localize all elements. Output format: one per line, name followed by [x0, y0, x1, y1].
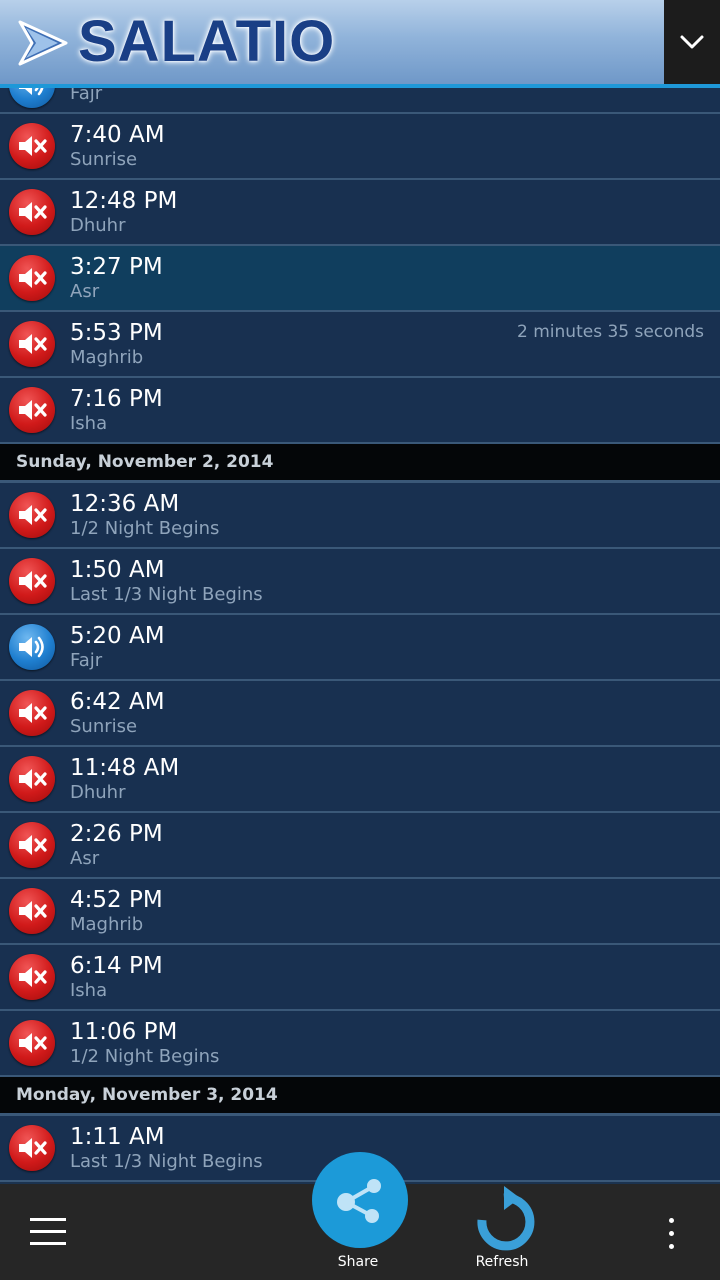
speaker-muted-button[interactable]: [9, 954, 55, 1000]
prayer-name: Last 1/3 Night Begins: [70, 584, 263, 605]
date-header: Monday, November 3, 2014: [0, 1077, 720, 1116]
share-button[interactable]: [312, 1152, 408, 1248]
prayer-name: Last 1/3 Night Begins: [70, 1151, 263, 1172]
speaker-muted-button[interactable]: [9, 558, 55, 604]
speaker-muted-icon: [19, 400, 47, 420]
overflow-menu-icon[interactable]: [666, 1218, 676, 1250]
prayer-time: 2:26 PM: [70, 821, 163, 847]
speaker-muted-icon: [19, 1033, 47, 1053]
prayer-time: 3:27 PM: [70, 254, 163, 280]
speaker-muted-button[interactable]: [9, 690, 55, 736]
list-item[interactable]: 4:52 PM Maghrib: [0, 879, 720, 945]
list-item[interactable]: 1:50 AM Last 1/3 Night Begins: [0, 549, 720, 615]
speaker-muted-icon: [19, 901, 47, 921]
prayer-name: Fajr: [70, 650, 103, 671]
prayer-time: 6:14 PM: [70, 953, 163, 979]
hamburger-menu-icon[interactable]: [30, 1218, 66, 1248]
speaker-muted-icon: [19, 769, 47, 789]
prayer-name: Asr: [70, 848, 100, 869]
speaker-muted-icon: [19, 571, 47, 591]
speaker-muted-button[interactable]: [9, 321, 55, 367]
list-item[interactable]: 11:06 PM 1/2 Night Begins: [0, 1011, 720, 1077]
speaker-muted-button[interactable]: [9, 387, 55, 433]
speaker-on-icon: [19, 636, 44, 658]
prayer-time: 4:52 PM: [70, 887, 163, 913]
countdown-text: 2 minutes 35 seconds: [517, 322, 704, 342]
list-item[interactable]: 7:16 PM Isha: [0, 378, 720, 444]
prayer-name: Sunrise: [70, 149, 138, 170]
list-item[interactable]: 11:48 AM Dhuhr: [0, 747, 720, 813]
prayer-time: 6:42 AM: [70, 689, 165, 715]
list-item[interactable]: 2:26 PM Asr: [0, 813, 720, 879]
speaker-muted-icon: [19, 703, 47, 723]
speaker-muted-icon: [19, 136, 47, 156]
speaker-muted-button[interactable]: [9, 1125, 55, 1171]
list-item[interactable]: 5:53 PM Maghrib 2 minutes 35 seconds: [0, 312, 720, 378]
prayer-time: 5:20 AM: [70, 623, 165, 649]
prayer-time: 12:36 AM: [70, 491, 180, 517]
list-item[interactable]: 6:42 AM Sunrise: [0, 681, 720, 747]
prayer-name: Asr: [70, 281, 100, 302]
speaker-muted-icon: [19, 1138, 47, 1158]
prayer-time: 5:53 PM: [70, 320, 163, 346]
speaker-muted-icon: [19, 505, 47, 525]
prayer-name: 1/2 Night Begins: [70, 518, 220, 539]
list-item[interactable]: 12:36 AM 1/2 Night Begins: [0, 483, 720, 549]
logo-arrow-icon: [18, 20, 68, 66]
prayer-time: 11:06 PM: [70, 1019, 178, 1045]
refresh-label: Refresh: [475, 1254, 529, 1270]
prayer-name: Isha: [70, 980, 108, 1001]
list-item[interactable]: 12:48 PM Dhuhr: [0, 180, 720, 246]
speaker-muted-button[interactable]: [9, 756, 55, 802]
prayer-time: 1:11 AM: [70, 1124, 165, 1150]
refresh-icon[interactable]: [470, 1186, 538, 1252]
share-label: Share: [337, 1254, 379, 1270]
speaker-muted-button[interactable]: [9, 123, 55, 169]
action-bar: Share Refresh: [0, 1152, 720, 1280]
prayer-times-list[interactable]: Fajr 7:40 AM Sunrise 12:48 PM Dhuhr 3:27 PM A…: [0, 84, 720, 1184]
app-logo-title: SALATIO: [78, 9, 336, 74]
speaker-on-button[interactable]: [9, 624, 55, 670]
speaker-muted-button[interactable]: [9, 255, 55, 301]
prayer-name: Maghrib: [70, 347, 144, 368]
speaker-muted-icon: [19, 967, 47, 987]
chevron-down-icon: [680, 35, 704, 49]
prayer-name: Isha: [70, 413, 108, 434]
speaker-muted-icon: [19, 202, 47, 222]
date-header: Sunday, November 2, 2014: [0, 444, 720, 483]
prayer-name: Maghrib: [70, 914, 144, 935]
list-item[interactable]: 3:27 PM Asr: [0, 246, 720, 312]
prayer-name: Sunrise: [70, 716, 138, 737]
list-item[interactable]: 6:14 PM Isha: [0, 945, 720, 1011]
prayer-time: 12:48 PM: [70, 188, 178, 214]
prayer-time: 7:40 AM: [70, 122, 165, 148]
list-item[interactable]: Fajr: [0, 84, 720, 114]
list-item[interactable]: 7:40 AM Sunrise: [0, 114, 720, 180]
dropdown-button[interactable]: [664, 0, 720, 84]
prayer-time: 7:16 PM: [70, 386, 163, 412]
prayer-name: Dhuhr: [70, 782, 126, 803]
prayer-time: 11:48 AM: [70, 755, 180, 781]
app-header: SALATIO: [0, 0, 720, 88]
speaker-muted-button[interactable]: [9, 1020, 55, 1066]
prayer-name: Dhuhr: [70, 215, 126, 236]
speaker-muted-button[interactable]: [9, 888, 55, 934]
prayer-name: 1/2 Night Begins: [70, 1046, 220, 1067]
list-item[interactable]: 5:20 AM Fajr: [0, 615, 720, 681]
speaker-muted-button[interactable]: [9, 492, 55, 538]
prayer-time: 1:50 AM: [70, 557, 165, 583]
speaker-muted-icon: [19, 334, 47, 354]
speaker-muted-button[interactable]: [9, 189, 55, 235]
speaker-muted-icon: [19, 835, 47, 855]
speaker-muted-button[interactable]: [9, 822, 55, 868]
share-icon: [337, 1179, 381, 1223]
speaker-muted-icon: [19, 268, 47, 288]
